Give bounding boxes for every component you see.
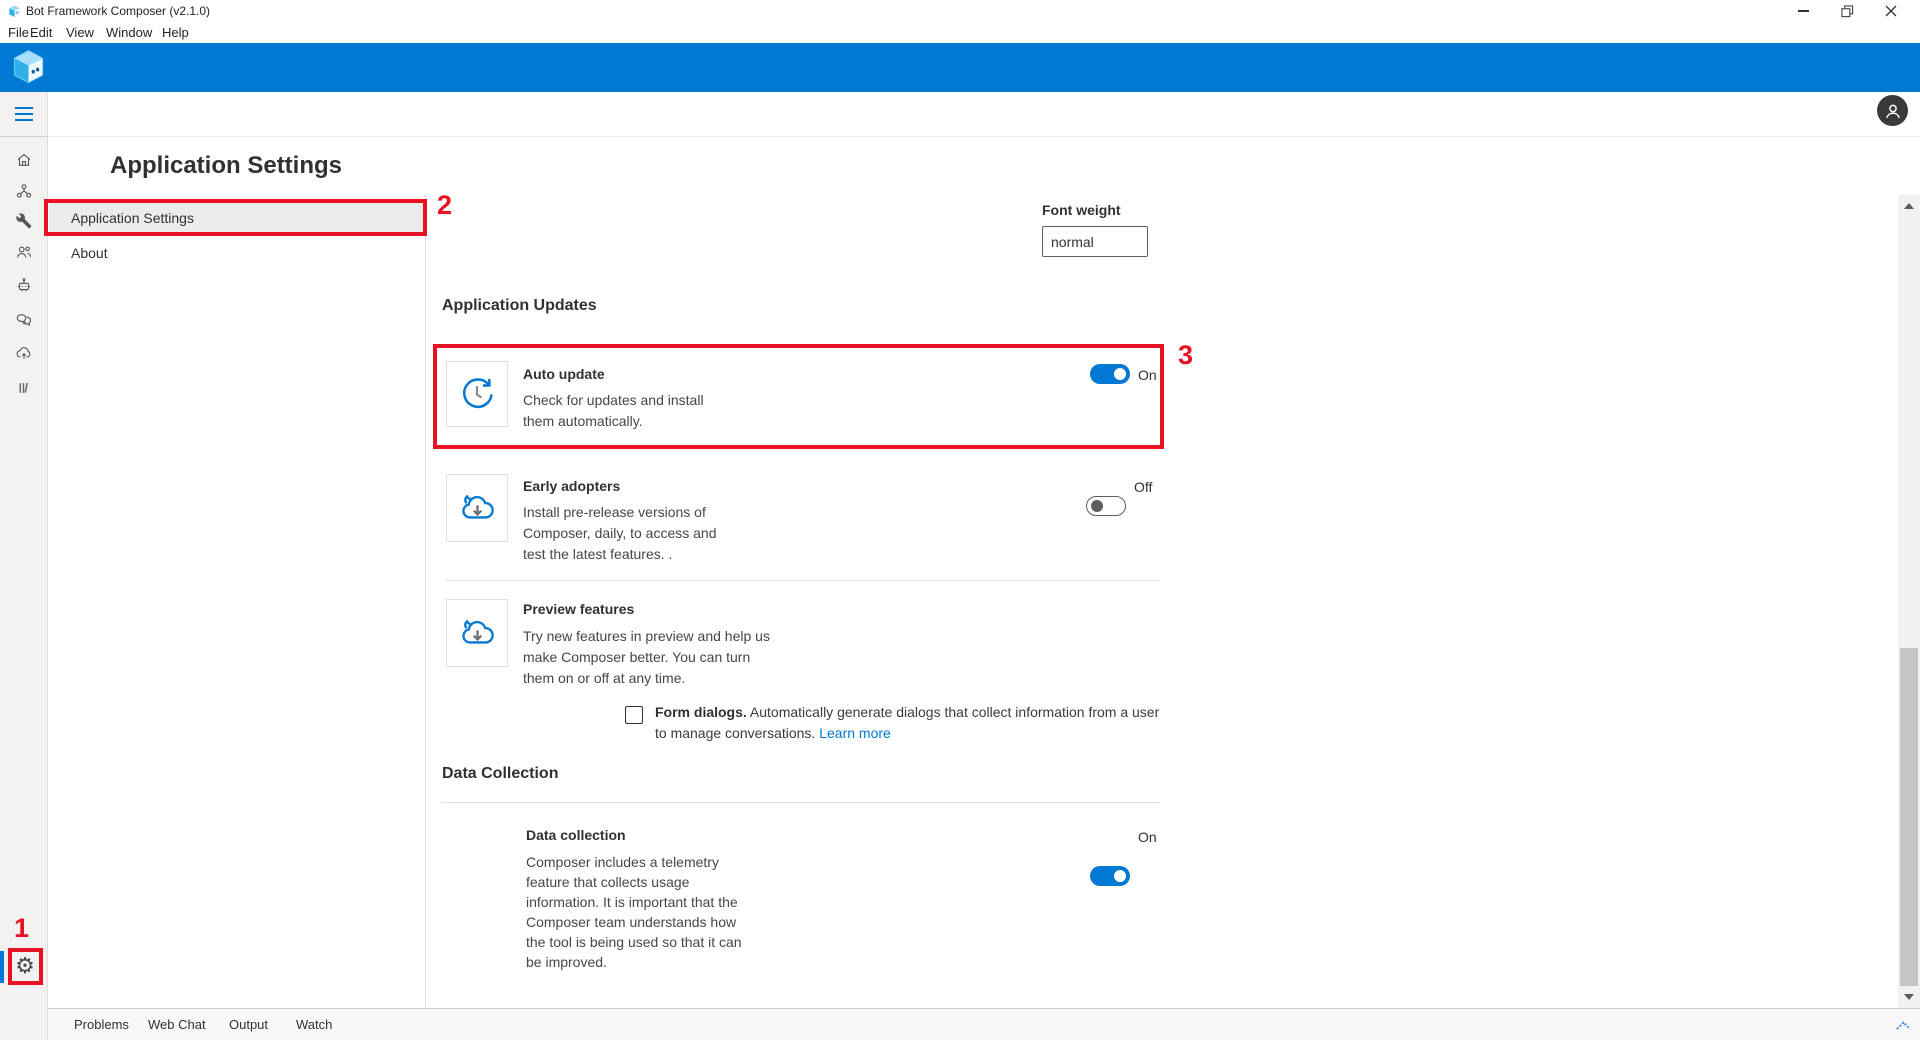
rail-divider	[0, 136, 48, 137]
library-icon[interactable]	[15, 379, 33, 397]
section-divider	[442, 802, 1160, 803]
preview-features-description: Try new features in preview and help us …	[523, 626, 770, 689]
data-collection-toggle[interactable]	[1090, 866, 1130, 886]
font-weight-label: Font weight	[1042, 202, 1121, 218]
early-adopters-toggle-label: Off	[1134, 479, 1152, 495]
nav-rail: ⚙	[0, 92, 48, 1040]
tab-web-chat[interactable]: Web Chat	[148, 1009, 206, 1040]
cloud-download-icon	[456, 487, 498, 529]
form-dialogs-checkbox[interactable]	[625, 706, 643, 724]
annotation-number-2: 2	[437, 190, 452, 221]
tab-problems[interactable]: Problems	[74, 1009, 129, 1040]
annotation-box-2	[44, 199, 427, 236]
scroll-up-arrow-icon[interactable]	[1904, 203, 1914, 209]
nav-item-about[interactable]: About	[49, 238, 425, 268]
home-icon[interactable]	[15, 151, 33, 169]
menu-view[interactable]: View	[66, 22, 94, 43]
auto-update-toggle[interactable]	[1090, 364, 1130, 384]
window-title: Bot Framework Composer (v2.1.0)	[26, 0, 210, 22]
chat-icon[interactable]	[15, 310, 33, 328]
restore-button[interactable]	[1830, 0, 1864, 22]
section-heading-application-updates: Application Updates	[442, 297, 597, 315]
early-adopters-description: Install pre-release versions of Composer…	[523, 502, 717, 565]
selected-indicator	[0, 951, 4, 983]
form-dialogs-label: Form dialogs.	[655, 704, 747, 720]
auto-update-toggle-label: On	[1138, 367, 1157, 383]
menu-edit[interactable]: Edit	[30, 22, 52, 43]
tab-output[interactable]: Output	[229, 1009, 268, 1040]
app-window: Bot Framework Composer (v2.1.0) File Edi…	[0, 0, 1920, 1040]
scroll-down-arrow-icon[interactable]	[1904, 994, 1914, 1000]
bell-icon	[1840, 101, 1861, 122]
preview-features-title: Preview features	[523, 601, 634, 617]
annotation-number-1: 1	[14, 913, 29, 944]
nav-item-label: About	[71, 245, 108, 261]
header-divider	[48, 136, 1920, 137]
menu-file[interactable]: File	[8, 22, 29, 43]
restore-icon	[1841, 5, 1854, 18]
expand-panel-chevron-icon[interactable]	[1895, 1020, 1912, 1031]
annotation-number-3: 3	[1178, 340, 1193, 371]
publish-cloud-icon[interactable]	[15, 344, 33, 362]
auto-update-description: Check for updates and install them autom…	[523, 390, 704, 432]
minimize-button[interactable]	[1786, 0, 1820, 22]
row-divider	[446, 580, 1160, 581]
account-button[interactable]	[1877, 95, 1908, 126]
scrollbar[interactable]	[1898, 195, 1920, 1008]
page-title: Application Settings	[110, 152, 342, 180]
menu-bar: File Edit View Window Help	[0, 22, 1920, 43]
avatar-person-icon	[1882, 100, 1904, 122]
notifications-button[interactable]	[1838, 99, 1862, 123]
data-collection-title: Data collection	[526, 827, 626, 843]
app-header	[0, 43, 1920, 92]
section-heading-data-collection: Data Collection	[442, 765, 558, 783]
data-collection-toggle-label: On	[1138, 829, 1157, 845]
menu-help[interactable]: Help	[162, 22, 189, 43]
learn-more-link[interactable]: Learn more	[819, 725, 891, 741]
nav-column-divider	[425, 195, 426, 1008]
early-adopters-toggle[interactable]	[1086, 496, 1126, 516]
status-bar: Problems Web Chat Output Watch	[48, 1008, 1920, 1040]
early-adopters-tile	[446, 474, 508, 542]
close-button[interactable]	[1874, 0, 1908, 22]
tab-watch[interactable]: Watch	[296, 1009, 332, 1040]
composer-logo-icon	[13, 50, 44, 85]
early-adopters-title: Early adopters	[523, 478, 620, 494]
form-dialogs-text: Form dialogs. Automatically generate dia…	[655, 702, 1165, 744]
hamburger-menu-icon[interactable]	[15, 107, 33, 121]
data-collection-description: Composer includes a telemetry feature th…	[526, 852, 742, 972]
annotation-box-1	[8, 948, 43, 985]
title-bar: Bot Framework Composer (v2.1.0)	[0, 0, 1920, 22]
auto-update-title: Auto update	[523, 366, 605, 382]
minimize-icon	[1798, 10, 1809, 12]
menu-window[interactable]: Window	[106, 22, 152, 43]
bot-skills-icon[interactable]	[15, 276, 33, 294]
app-icon	[8, 5, 21, 18]
preview-features-tile	[446, 599, 508, 667]
design-flows-icon[interactable]	[15, 182, 33, 200]
cloud-download-icon	[456, 612, 498, 654]
update-clock-icon	[457, 374, 497, 414]
scrollbar-thumb[interactable]	[1900, 648, 1918, 986]
font-weight-input[interactable]	[1042, 226, 1148, 257]
tools-wrench-icon[interactable]	[15, 212, 33, 230]
user-management-icon[interactable]	[15, 243, 33, 261]
close-icon	[1885, 5, 1897, 17]
auto-update-tile	[446, 361, 508, 427]
